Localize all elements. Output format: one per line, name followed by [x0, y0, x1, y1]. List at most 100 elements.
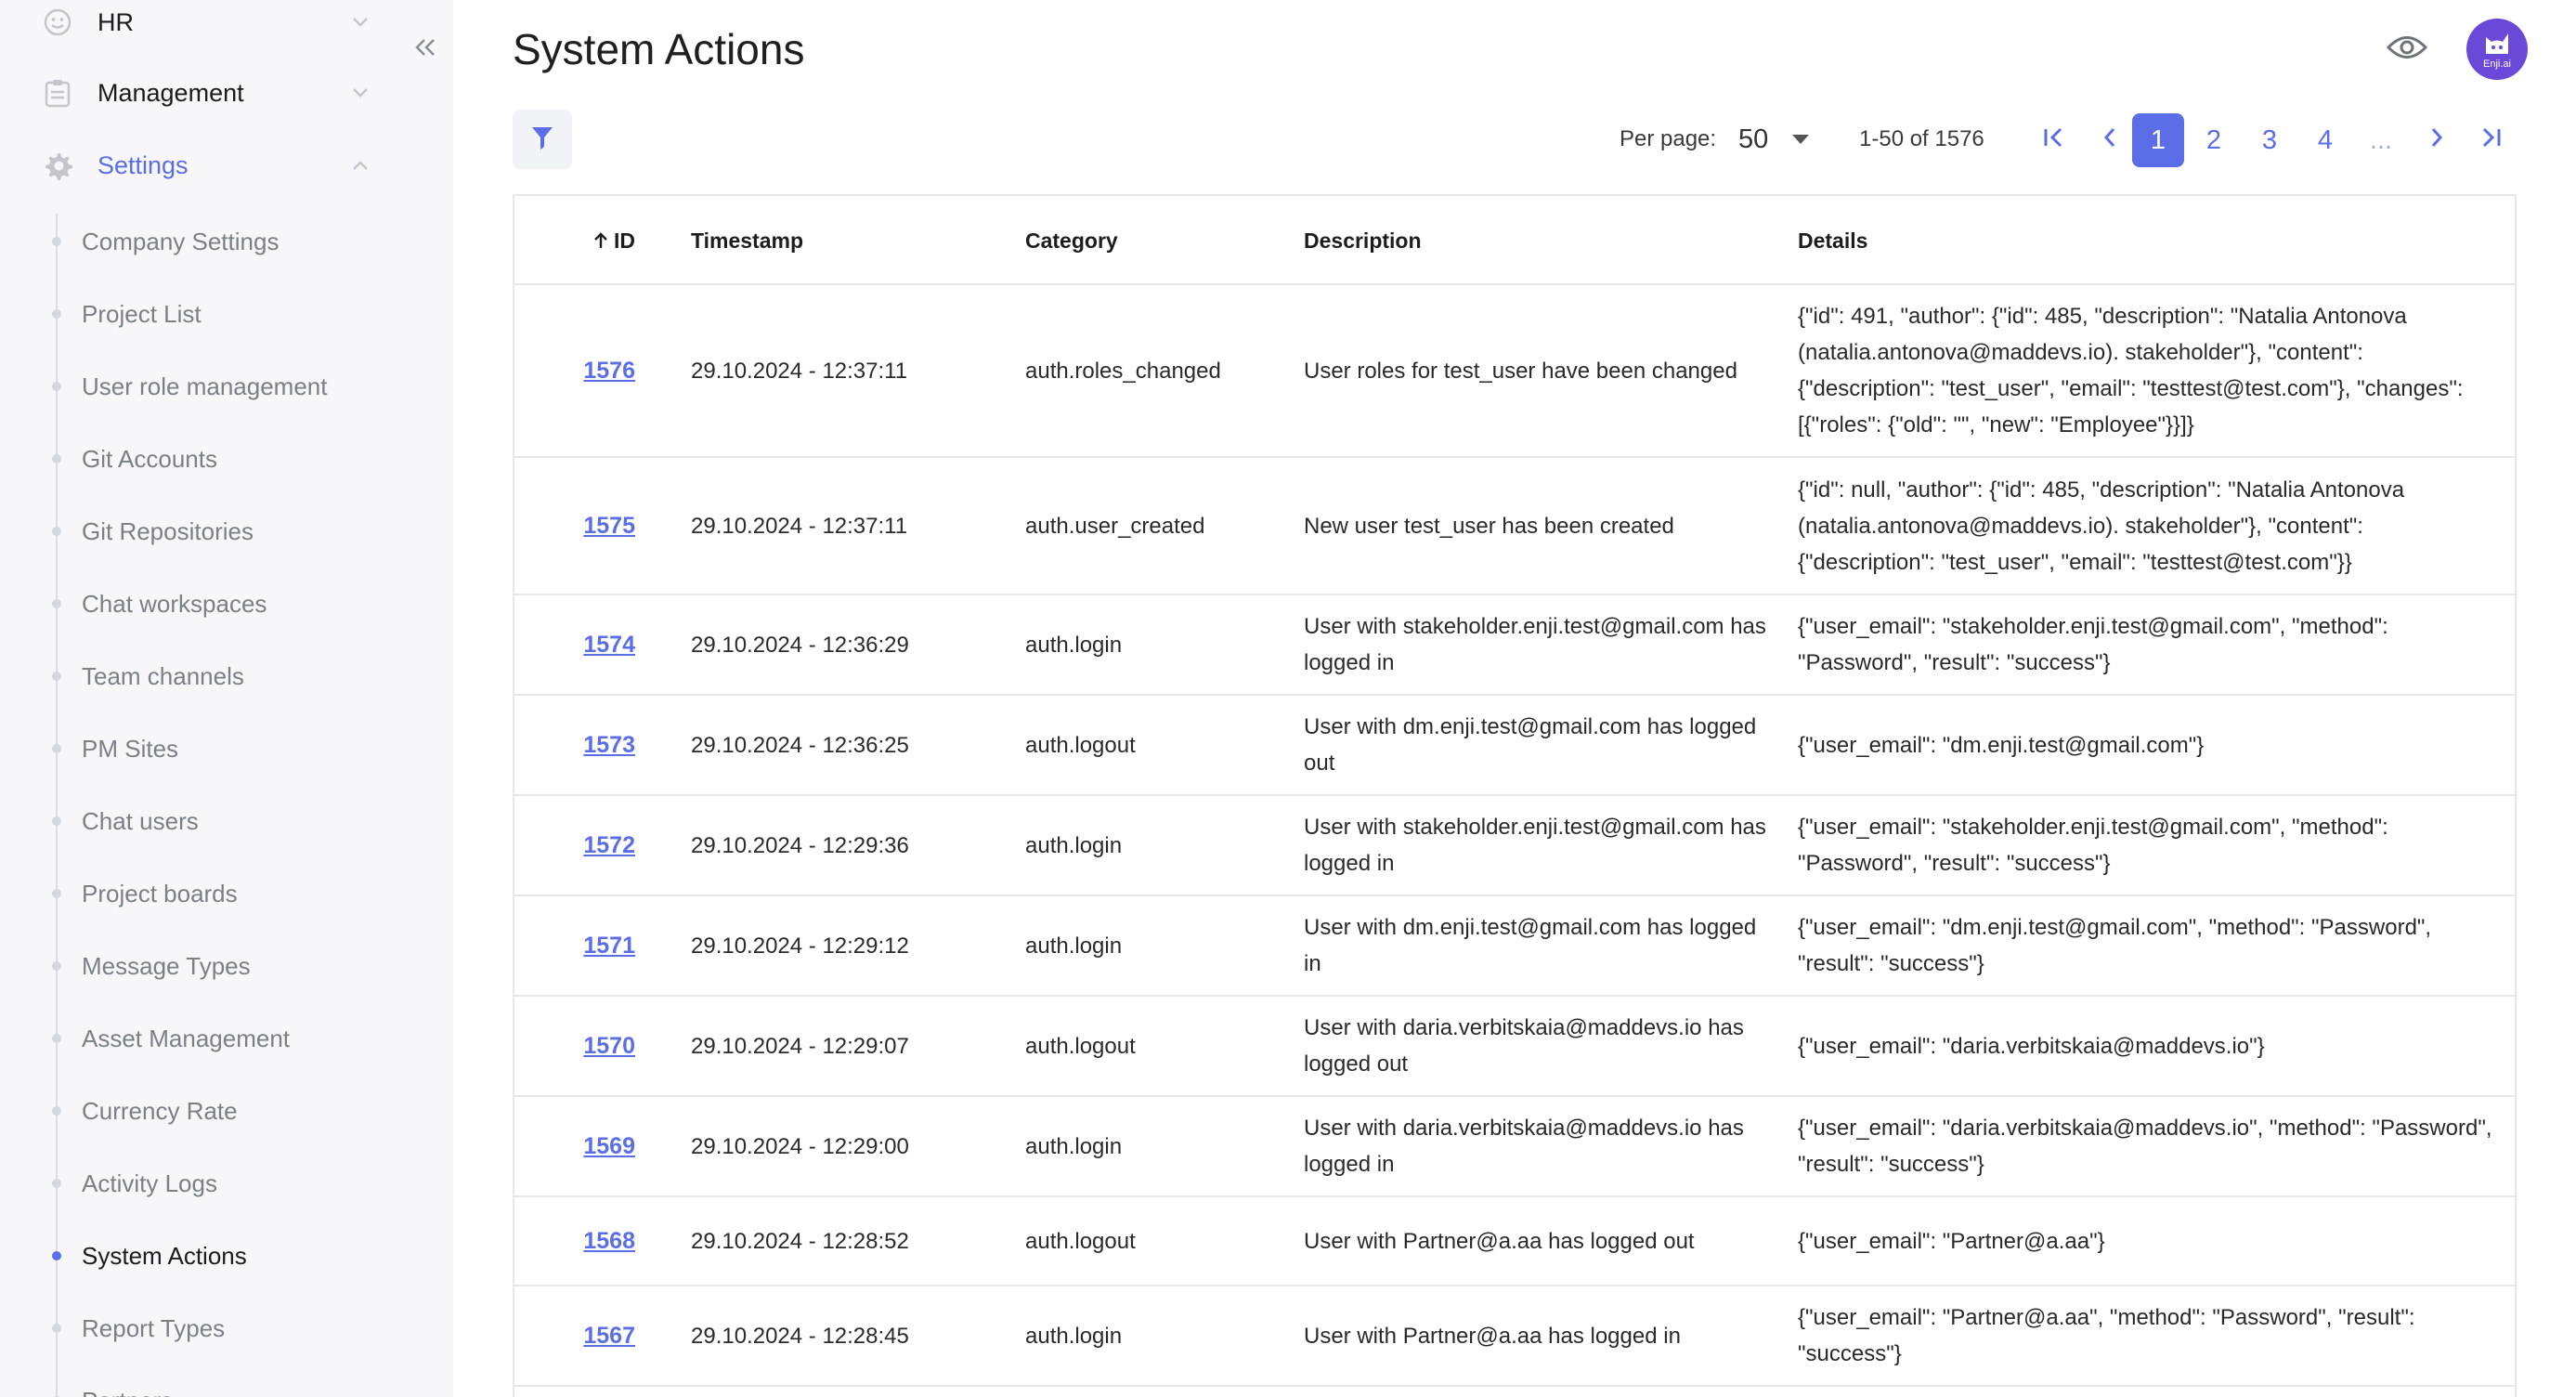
column-header-category[interactable]: Category — [1025, 196, 1118, 285]
column-header-label: Details — [1798, 228, 1868, 253]
first-page-button[interactable] — [2028, 113, 2080, 167]
sidebar-item-company-settings[interactable]: Company Settings — [0, 214, 453, 269]
category-cell: auth.logout — [1025, 1033, 1136, 1059]
column-header-timestamp[interactable]: Timestamp — [691, 196, 803, 285]
per-page-label: Per page: — [1620, 110, 1716, 169]
id-link[interactable]: 1571 — [583, 928, 635, 964]
bullet-dot — [52, 1251, 61, 1260]
id-cell: 1569 — [514, 1097, 635, 1195]
id-link[interactable]: 1573 — [583, 727, 635, 764]
sidebar-item-partners[interactable]: Partners — [0, 1373, 453, 1397]
table-row: 1573 29.10.2024 - 12:36:25 auth.logout U… — [514, 696, 2515, 796]
timestamp-cell: 29.10.2024 - 12:28:52 — [691, 1228, 909, 1254]
category-cell: auth.login — [1025, 1133, 1123, 1159]
details-cell: {"user_email": "dm.enji.test@gmail.com",… — [1798, 915, 2432, 976]
column-header-id[interactable]: ID — [514, 196, 635, 285]
page-ellipsis: ... — [2355, 113, 2407, 167]
id-link[interactable]: 1574 — [583, 627, 635, 663]
id-link[interactable]: 1568 — [583, 1223, 635, 1260]
eye-icon — [2386, 33, 2428, 66]
sidebar-item-currency-rate[interactable]: Currency Rate — [0, 1083, 453, 1139]
next-page-button[interactable] — [2411, 113, 2463, 167]
avatar[interactable]: Enji.ai — [2466, 19, 2528, 80]
table-row: 1570 29.10.2024 - 12:29:07 auth.logout U… — [514, 997, 2515, 1097]
details-cell: {"user_email": "stakeholder.enji.test@gm… — [1798, 614, 2388, 675]
sidebar-item-label: Report Types — [82, 1313, 226, 1342]
column-header-details[interactable]: Details — [1798, 196, 1867, 285]
nav-item-settings[interactable]: Settings — [0, 132, 453, 199]
page-number: 4 — [2317, 124, 2334, 155]
sidebar-item-project-boards[interactable]: Project boards — [0, 866, 453, 921]
sidebar-item-label: Activity Logs — [82, 1169, 217, 1197]
id-link[interactable]: 1570 — [583, 1028, 635, 1064]
sort-arrow-up-icon — [593, 231, 608, 250]
sidebar-item-label: Project boards — [82, 879, 238, 907]
description-cell: New user test_user has been created — [1304, 513, 1674, 539]
id-link[interactable]: 1575 — [583, 508, 635, 544]
view-toggle-button[interactable] — [2385, 30, 2429, 69]
category-cell: auth.login — [1025, 1323, 1123, 1349]
details-cell: {"user_email": "stakeholder.enji.test@gm… — [1798, 815, 2388, 876]
page-button-3[interactable]: 3 — [2244, 113, 2296, 167]
sidebar-item-pm-sites[interactable]: PM Sites — [0, 721, 453, 777]
sidebar-item-label: Chat workspaces — [82, 589, 267, 618]
sidebar-item-team-channels[interactable]: Team channels — [0, 648, 453, 704]
description-cell: User with daria.verbitskaia@maddevs.io h… — [1304, 1116, 1744, 1177]
filter-button[interactable] — [513, 110, 572, 169]
sidebar-item-label: Git Accounts — [82, 444, 217, 473]
id-link[interactable]: 1567 — [583, 1318, 635, 1354]
timestamp-cell: 29.10.2024 - 12:37:11 — [691, 513, 908, 539]
sidebar-item-chat-workspaces[interactable]: Chat workspaces — [0, 576, 453, 632]
id-cell: 1576 — [514, 285, 635, 456]
table-row: 1567 29.10.2024 - 12:28:45 auth.login Us… — [514, 1286, 2515, 1387]
id-link[interactable]: 1576 — [583, 353, 635, 389]
chevron-right-icon — [2429, 125, 2444, 156]
avatar-brand-text: Enji.ai — [2483, 58, 2511, 70]
description-cell: User with dm.enji.test@gmail.com has log… — [1304, 915, 1757, 976]
description-cell: User with dm.enji.test@gmail.com has log… — [1304, 714, 1757, 776]
page-button-1[interactable]: 1 — [2132, 113, 2184, 167]
category-cell: auth.user_created — [1025, 513, 1205, 539]
sidebar-item-report-types[interactable]: Report Types — [0, 1300, 453, 1356]
sidebar-item-asset-management[interactable]: Asset Management — [0, 1011, 453, 1066]
bullet-dot — [52, 816, 61, 826]
sidebar-item-activity-logs[interactable]: Activity Logs — [0, 1155, 453, 1211]
nav-item-hr[interactable]: HR — [0, 0, 453, 56]
chevron-up-icon — [349, 154, 371, 176]
nav-item-label: Management — [98, 78, 244, 107]
nav-item-management[interactable]: Management — [0, 59, 453, 126]
page-ellipsis-text: ... — [2369, 124, 2393, 155]
page-button-4[interactable]: 4 — [2299, 113, 2351, 167]
details-cell: {"user_email": "daria.verbitskaia@maddev… — [1798, 1033, 2265, 1059]
page-button-2[interactable]: 2 — [2188, 113, 2240, 167]
column-header-description[interactable]: Description — [1304, 196, 1422, 285]
sidebar-item-message-types[interactable]: Message Types — [0, 938, 453, 994]
sidebar-item-label: Partners — [82, 1387, 173, 1397]
bullet-dot — [52, 382, 61, 391]
page-number: 1 — [2150, 124, 2166, 155]
details-cell: {"user_email": "Partner@a.aa", "method":… — [1798, 1305, 2415, 1366]
prev-page-button[interactable] — [2084, 113, 2136, 167]
sidebar-item-project-list[interactable]: Project List — [0, 286, 453, 342]
timestamp-cell: 29.10.2024 - 12:36:25 — [691, 732, 909, 758]
sidebar-item-system-actions[interactable]: System Actions — [0, 1228, 453, 1284]
sidebar-item-label: Team channels — [82, 661, 244, 690]
id-cell: 1572 — [514, 796, 635, 894]
last-page-icon — [2478, 125, 2503, 156]
sidebar-item-user-role-management[interactable]: User role management — [0, 359, 453, 414]
sidebar-item-git-repositories[interactable]: Git Repositories — [0, 503, 453, 559]
table-row: 1572 29.10.2024 - 12:29:36 auth.login Us… — [514, 796, 2515, 896]
range-text-value: 1-50 of 1576 — [1859, 126, 1984, 151]
gear-icon — [41, 149, 74, 182]
timestamp-cell: 29.10.2024 - 12:29:36 — [691, 832, 909, 858]
id-link[interactable]: 1572 — [583, 828, 635, 864]
last-page-button[interactable] — [2465, 113, 2517, 167]
sidebar-item-git-accounts[interactable]: Git Accounts — [0, 431, 453, 487]
bullet-dot — [52, 237, 61, 246]
id-link[interactable]: 1569 — [583, 1129, 635, 1165]
nav-item-label: Settings — [98, 150, 189, 179]
bullet-dot — [52, 1324, 61, 1333]
per-page-select[interactable]: 50 — [1738, 110, 1831, 169]
category-cell: auth.logout — [1025, 1228, 1136, 1254]
sidebar-item-chat-users[interactable]: Chat users — [0, 793, 453, 849]
